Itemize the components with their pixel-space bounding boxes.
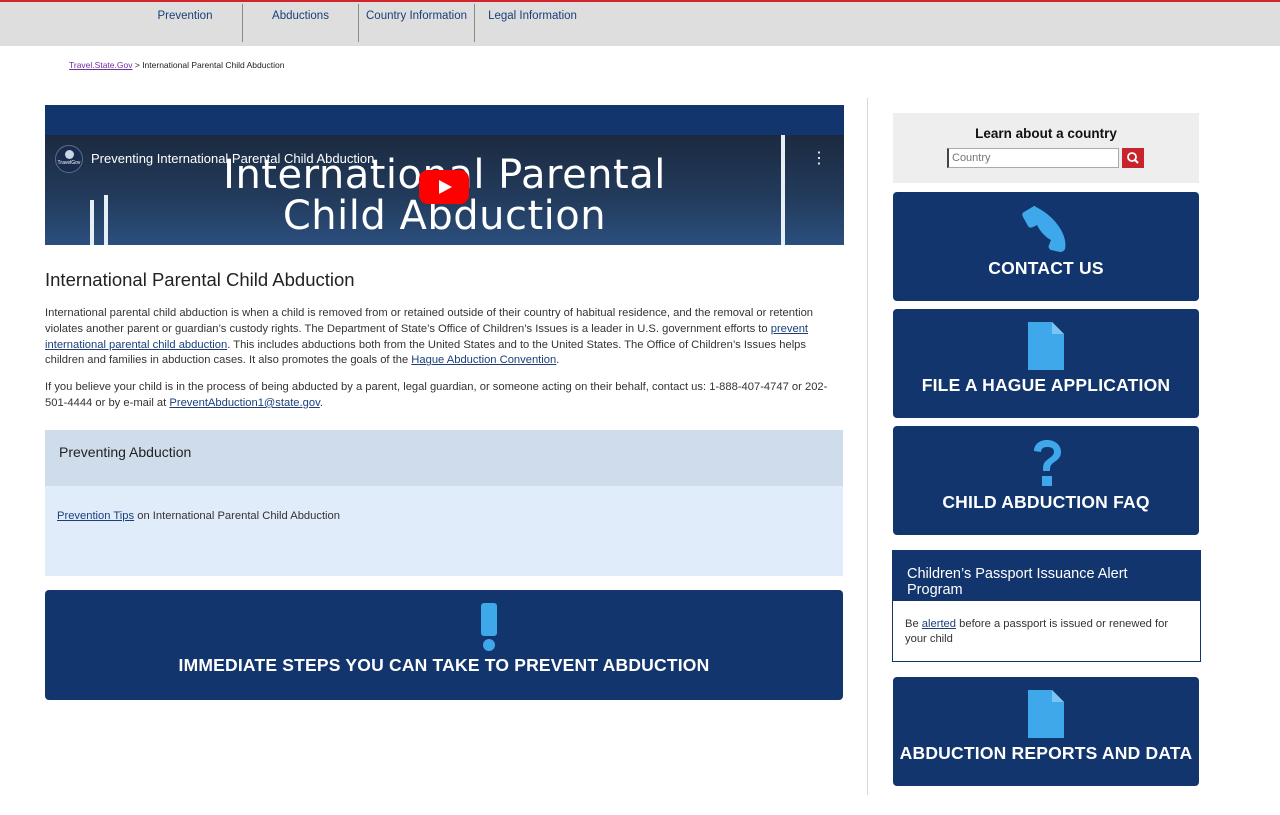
abduction-reports-data-label: ABDUCTION REPORTS AND DATA: [899, 743, 1193, 763]
contact-text-2: .: [319, 396, 323, 409]
seal-icon: [65, 150, 74, 159]
document-icon: [1028, 690, 1064, 738]
nav-item-abductions[interactable]: Abductions: [244, 4, 357, 42]
abduction-reports-data-button[interactable]: ABDUCTION REPORTS AND DATA: [893, 677, 1199, 786]
breadcrumb: Travel.State.Gov > International Parenta…: [69, 60, 284, 70]
page-title: International Parental Child Abduction: [45, 269, 355, 290]
immediate-steps-button[interactable]: IMMEDIATE STEPS YOU CAN TAKE TO PREVENT …: [45, 590, 843, 700]
contact-us-button[interactable]: CONTACT US: [893, 192, 1199, 301]
learn-about-country-widget: Learn about a country: [893, 113, 1199, 183]
nav-item-prevention[interactable]: Prevention: [130, 4, 240, 42]
phone-icon: [1022, 206, 1066, 252]
channel-avatar[interactable]: TravelGov: [55, 145, 83, 173]
nav-divider: [358, 4, 359, 42]
nav-item-legal-information[interactable]: Legal Information: [476, 4, 589, 42]
column-divider: [867, 98, 868, 795]
hague-convention-link[interactable]: Hague Abduction Convention: [411, 354, 556, 366]
passport-alert-program-box: Children’s Passport Issuance Alert Progr…: [892, 550, 1201, 662]
exclamation-icon: [481, 603, 497, 651]
file-hague-application-label: FILE A HAGUE APPLICATION: [921, 375, 1171, 395]
panel-body-text: on International Parental Child Abductio…: [134, 510, 340, 522]
passport-alert-title: Children’s Passport Issuance Alert Progr…: [893, 551, 1200, 601]
passport-alert-text-1: Be: [905, 618, 922, 630]
breadcrumb-home-link[interactable]: Travel.State.Gov: [69, 60, 132, 70]
top-navigation: Prevention Abductions Country Informatio…: [0, 0, 1280, 46]
child-abduction-faq-button[interactable]: CHILD ABDUCTION FAQ: [893, 426, 1199, 535]
video-overlay-title[interactable]: Preventing International Parental Child …: [91, 151, 374, 166]
more-options-icon[interactable]: ⋮: [811, 151, 827, 167]
play-button[interactable]: [419, 170, 469, 204]
contact-paragraph: If you believe your child is in the proc…: [45, 380, 840, 412]
preventing-abduction-panel: Preventing Abduction Prevention Tips on …: [45, 430, 843, 576]
intro-paragraph: International parental child abduction i…: [45, 306, 840, 369]
panel-header[interactable]: Preventing Abduction: [45, 430, 843, 486]
contact-us-label: CONTACT US: [988, 258, 1104, 278]
immediate-steps-label: IMMEDIATE STEPS YOU CAN TAKE TO PREVENT …: [178, 655, 710, 675]
prevention-tips-link[interactable]: Prevention Tips: [57, 510, 134, 522]
channel-name: TravelGov: [57, 160, 81, 166]
learn-about-country-title: Learn about a country: [975, 126, 1117, 141]
embedded-video[interactable]: International Parental Child Abduction T…: [45, 105, 844, 245]
breadcrumb-separator: >: [134, 60, 140, 70]
nav-divider: [242, 4, 243, 42]
contact-text-1: If you believe your child is in the proc…: [45, 381, 828, 409]
search-icon: [1127, 152, 1139, 164]
nav-item-country-information[interactable]: Country Information: [360, 4, 473, 42]
question-icon: [1034, 440, 1061, 486]
intro-text-3: .: [556, 354, 560, 367]
nav-divider: [474, 4, 475, 42]
country-search-button[interactable]: [1122, 148, 1144, 168]
document-icon: [1028, 322, 1064, 370]
intro-text-1: International parental child abduction i…: [45, 307, 814, 335]
file-hague-application-button[interactable]: FILE A HAGUE APPLICATION: [893, 309, 1199, 418]
breadcrumb-current: International Parental Child Abduction: [142, 60, 285, 70]
passport-alert-body: Be alerted before a passport is issued o…: [893, 601, 1200, 663]
country-search-input[interactable]: [947, 148, 1119, 168]
panel-body: Prevention Tips on International Parenta…: [45, 486, 843, 546]
email-link[interactable]: PreventAbduction1@state.gov: [169, 397, 319, 409]
alerted-link[interactable]: alerted: [922, 618, 956, 630]
child-abduction-faq-label: CHILD ABDUCTION FAQ: [942, 492, 1150, 512]
